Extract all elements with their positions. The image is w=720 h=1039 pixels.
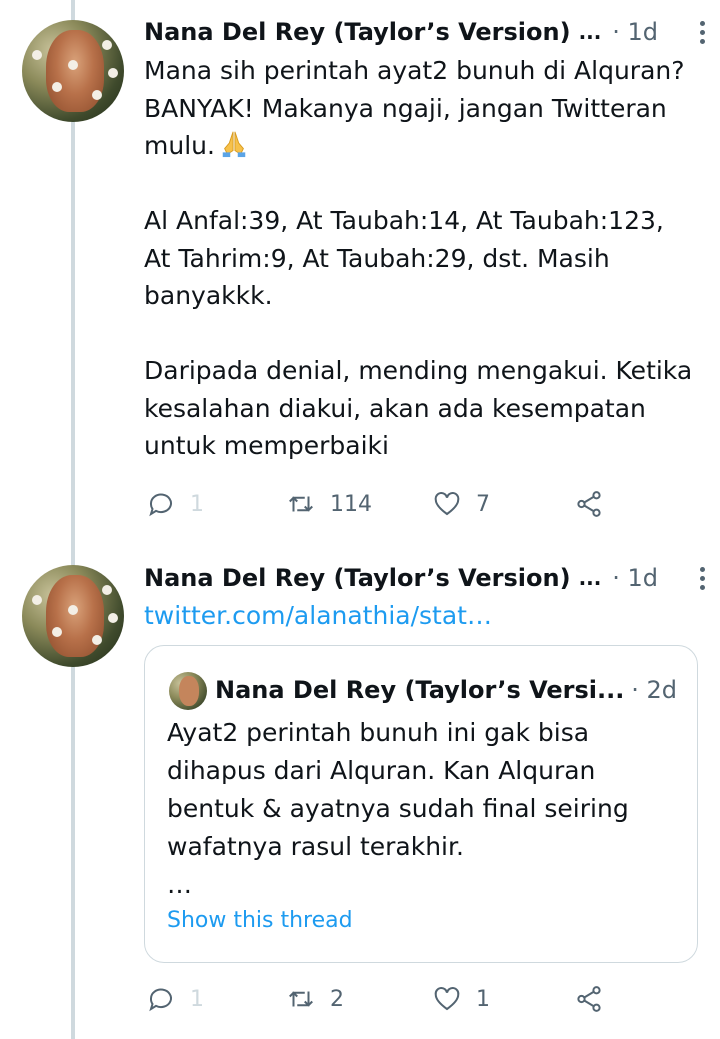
tweet-line: Daripada denial, mending mengakui. Ketik… <box>144 356 693 385</box>
reply-button[interactable]: 1 <box>146 979 204 1019</box>
tweet-timestamp[interactable]: · 1d <box>612 564 658 592</box>
tweet-timestamp[interactable]: · 1d <box>612 18 658 46</box>
tweet-line: Al Anfal:39, At Taubah:14, At Taubah:123… <box>144 206 664 235</box>
tweet-text: twitter.com/alanathia/stat… <box>144 597 704 635</box>
tweet-link[interactable]: twitter.com/alanathia/stat… <box>144 597 704 635</box>
author-name[interactable]: Nana Del Rey (Taylor’s Version) <box>144 564 571 592</box>
quoted-timestamp: · 2d <box>631 676 677 704</box>
author-name-ellipsis: ... <box>578 566 602 590</box>
heart-icon <box>434 492 460 516</box>
heart-icon <box>434 987 460 1011</box>
quoted-author-name: Nana Del Rey (Taylor’s Versi... <box>215 676 625 704</box>
quoted-tweet-text: Ayat2 perintah bunuh ini gak bisa dihapu… <box>167 714 687 904</box>
quoted-line: dihapus dari Alquran. Kan Alquran <box>167 756 596 785</box>
avatar[interactable] <box>22 20 124 122</box>
like-button[interactable]: 1 <box>432 979 490 1019</box>
like-count: 1 <box>476 986 490 1012</box>
tweet-text: Mana sih perintah ayat2 bunuh di Alquran… <box>144 52 704 465</box>
retweet-count: 2 <box>330 986 344 1012</box>
author-name-ellipsis: ... <box>578 20 602 44</box>
tweet-line: At Tahrim:9, At Taubah:29, dst. Masih <box>144 243 610 273</box>
quoted-line: wafatnya rasul terakhir. <box>167 832 464 861</box>
reply-count: 1 <box>190 491 204 517</box>
share-button[interactable] <box>574 979 604 1019</box>
reply-icon <box>149 988 172 1012</box>
tweet-line <box>144 315 704 353</box>
tweet-header: Nana Del Rey (Taylor’s Version) ... · 1d <box>144 12 690 52</box>
show-thread-link[interactable]: Show this thread <box>167 908 353 933</box>
like-count: 7 <box>476 491 490 517</box>
folded-hands-icon <box>222 131 246 158</box>
quoted-avatar <box>169 672 207 710</box>
like-button[interactable]: 7 <box>432 484 490 524</box>
reply-count: 1 <box>190 986 204 1012</box>
retweet-count: 114 <box>330 491 372 517</box>
tweet-line: Mana sih perintah ayat2 bunuh di Alquran… <box>144 56 685 85</box>
tweet-line: untuk memperbaiki <box>144 431 389 460</box>
avatar[interactable] <box>22 565 124 667</box>
quoted-line: Ayat2 perintah bunuh ini gak bisa <box>167 718 590 747</box>
tweet-line: banyakkk. <box>144 281 273 310</box>
tweet-line: BANYAK! Makanya ngaji, jangan Twitteran <box>144 93 667 123</box>
tweet-actions: 1 114 7 <box>144 484 614 524</box>
more-options-icon[interactable] <box>690 12 714 52</box>
tweet-line: mulu. <box>144 127 704 165</box>
quoted-tweet-header: Nana Del Rey (Taylor’s Versi... · 2d <box>215 670 677 710</box>
tweet-line-text: mulu. <box>144 131 215 160</box>
reply-button[interactable]: 1 <box>146 484 204 524</box>
share-button[interactable] <box>574 484 604 524</box>
author-name[interactable]: Nana Del Rey (Taylor’s Version) <box>144 18 571 46</box>
quoted-line: bentuk & ayatnya sudah final seiring <box>167 794 629 823</box>
tweet-line: kesalahan diakui, akan ada kesempatan <box>144 393 646 423</box>
retweet-button[interactable]: 2 <box>286 979 344 1019</box>
tweet-actions: 1 2 1 <box>144 979 614 1019</box>
tweet-thread: Nana Del Rey (Taylor’s Version) ... · 1d… <box>0 0 720 1039</box>
reply-icon <box>149 493 172 517</box>
tweet-header: Nana Del Rey (Taylor’s Version) ... · 1d <box>144 558 690 598</box>
tweet-line <box>144 165 704 203</box>
share-icon <box>577 986 601 1012</box>
quoted-tweet[interactable]: Nana Del Rey (Taylor’s Versi... · 2d Aya… <box>144 645 698 963</box>
share-icon <box>577 491 601 517</box>
more-options-icon[interactable] <box>690 558 714 598</box>
retweet-icon <box>289 991 313 1007</box>
thread-connector-line <box>71 0 75 1039</box>
retweet-button[interactable]: 114 <box>286 484 372 524</box>
quoted-line: … <box>167 870 192 899</box>
retweet-icon <box>289 496 313 512</box>
